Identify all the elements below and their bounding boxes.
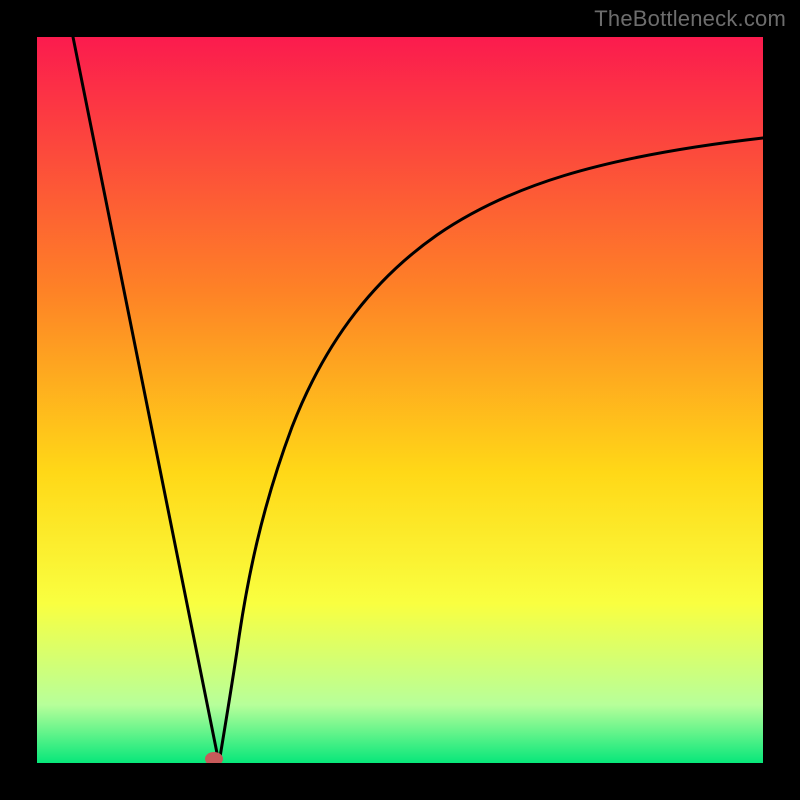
attribution-text: TheBottleneck.com	[594, 6, 786, 32]
chart-frame: TheBottleneck.com	[0, 0, 800, 800]
plot-area	[37, 37, 763, 763]
chart-svg	[37, 37, 763, 763]
